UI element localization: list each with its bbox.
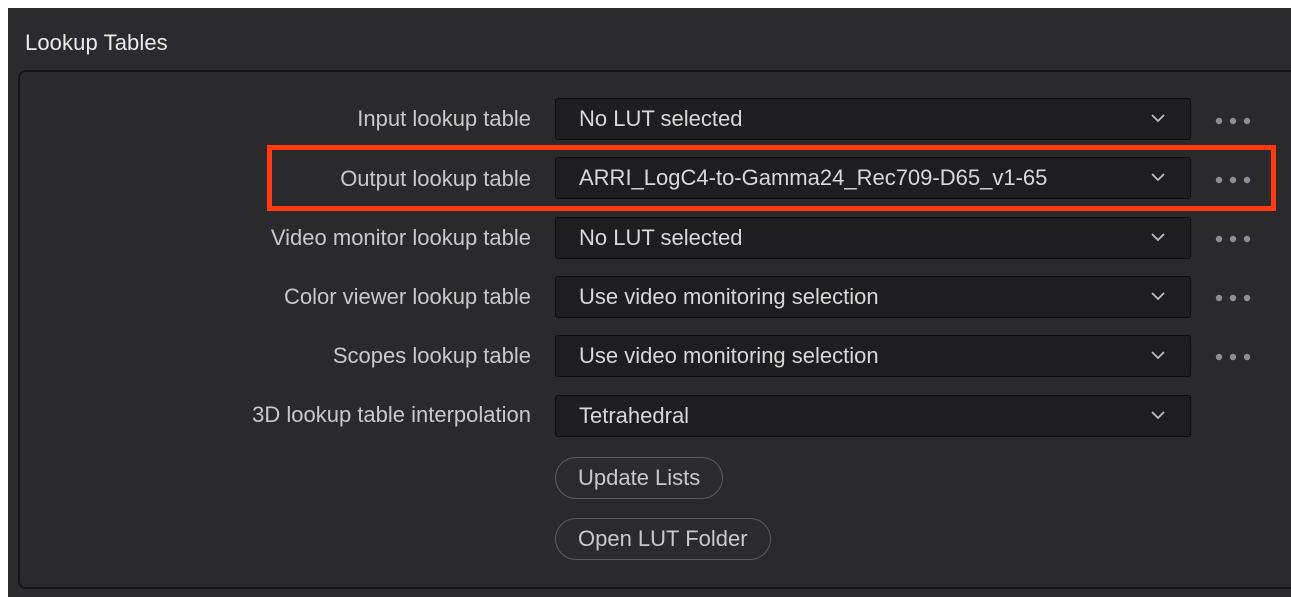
more-options-icon[interactable] [1212,347,1254,367]
input-lut-value: No LUT selected [579,106,743,131]
video-monitor-lut-value: No LUT selected [579,225,743,250]
chevron-down-icon [1151,233,1165,242]
input-lut-label: Input lookup table [357,106,531,131]
color-viewer-lut-value: Use video monitoring selection [579,284,879,309]
chevron-down-icon [1151,411,1165,420]
color-viewer-lut-dropdown[interactable]: Use video monitoring selection [555,276,1191,318]
chevron-down-icon [1151,292,1165,301]
panel-title: Lookup Tables [25,30,168,55]
update-lists-button[interactable]: Update Lists [555,457,724,499]
video-monitor-lut-label: Video monitor lookup table [270,225,531,250]
scopes-lut-label: Scopes lookup table [332,343,531,368]
interpolation-dropdown[interactable]: Tetrahedral [555,395,1191,437]
more-options-icon[interactable] [1212,229,1254,249]
interpolation-value: Tetrahedral [579,403,690,428]
color-viewer-lut-label: Color viewer lookup table [283,284,531,309]
scopes-lut-dropdown[interactable]: Use video monitoring selection [555,335,1191,377]
open-lut-folder-button[interactable]: Open LUT Folder [555,518,771,560]
input-lut-dropdown[interactable]: No LUT selected [555,98,1191,140]
chevron-down-icon [1151,114,1165,123]
scopes-lut-value: Use video monitoring selection [579,343,879,368]
more-options-icon[interactable] [1212,111,1254,131]
video-monitor-lut-dropdown[interactable]: No LUT selected [555,217,1191,259]
more-options-icon[interactable] [1212,288,1254,308]
highlight-annotation [267,145,1276,211]
chevron-down-icon [1151,351,1165,360]
interpolation-label: 3D lookup table interpolation [252,402,531,427]
